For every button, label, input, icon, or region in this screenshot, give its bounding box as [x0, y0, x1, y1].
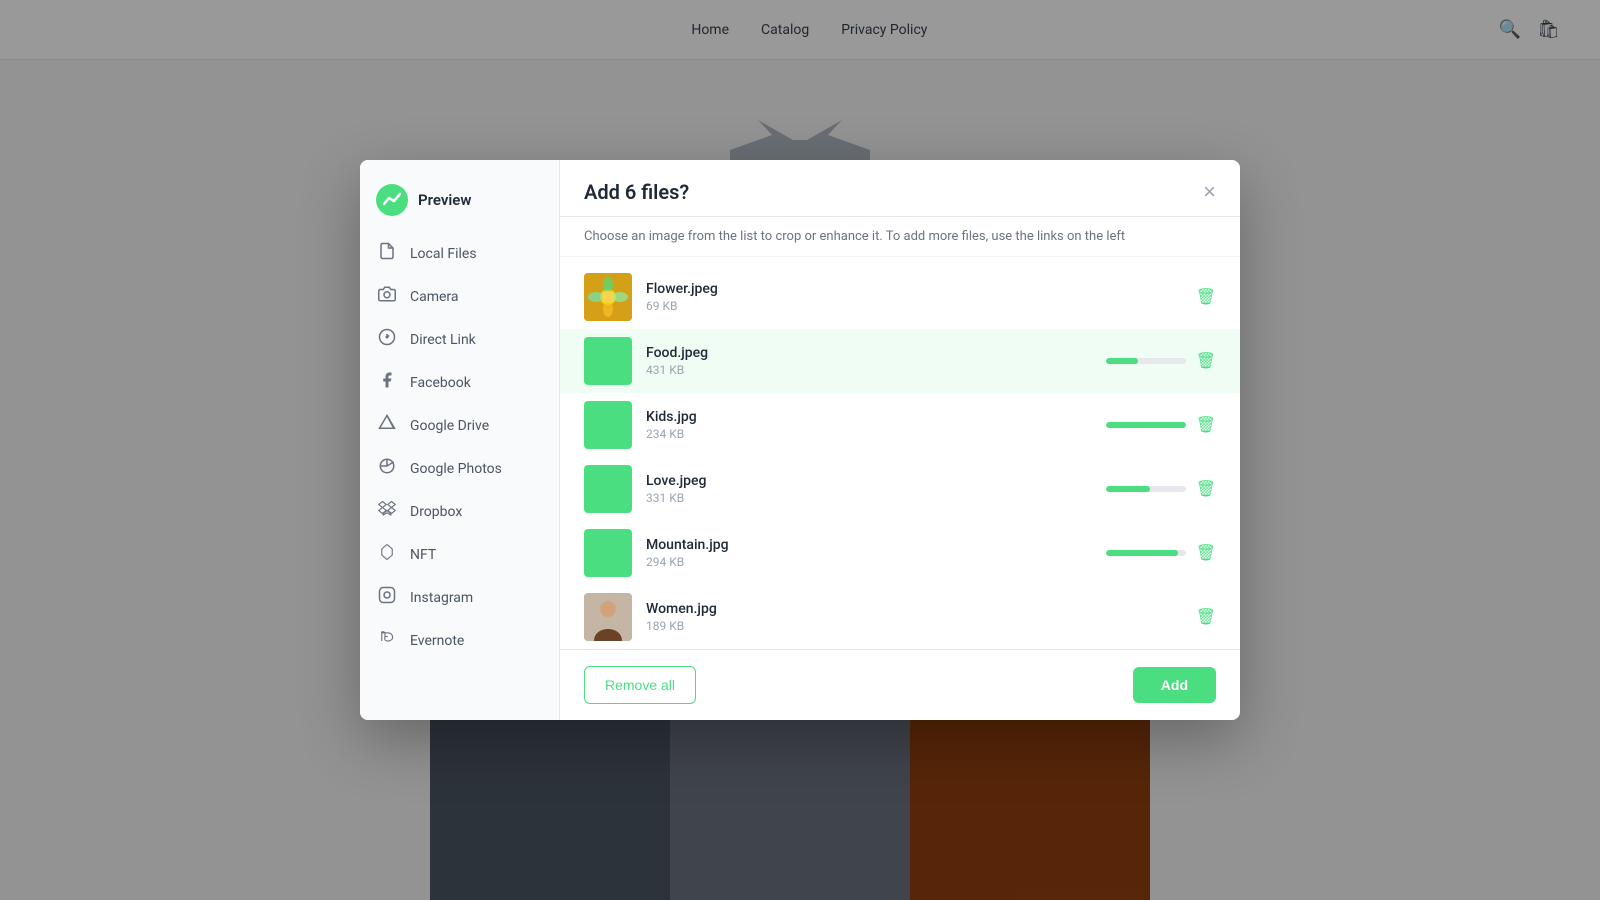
file-actions-kids: 🗑 [1106, 415, 1216, 435]
file-thumb-love [584, 465, 632, 513]
sidebar-title: Preview [418, 191, 471, 209]
file-row-food: Food.jpeg 431 KB 🗑 [560, 329, 1240, 393]
file-size-love: 331 KB [646, 491, 1092, 505]
google-drive-icon [376, 414, 398, 437]
file-size-food: 431 KB [646, 363, 1092, 377]
progress-fill-love [1106, 486, 1150, 492]
delete-kids-button[interactable]: 🗑 [1196, 415, 1216, 435]
delete-flower-button[interactable]: 🗑 [1196, 287, 1216, 307]
sidebar-item-instagram[interactable]: Instagram [360, 576, 559, 619]
file-thumb-flower [584, 273, 632, 321]
file-name-kids: Kids.jpg [646, 409, 1092, 425]
modal-main: Add 6 files? × Choose an image from the … [560, 160, 1240, 720]
file-actions-flower: 🗑 [1196, 287, 1216, 307]
nft-icon [376, 543, 398, 566]
modal-header: Add 6 files? × [560, 160, 1240, 217]
progress-bar-kids [1106, 422, 1186, 428]
file-info-food: Food.jpeg 431 KB [646, 345, 1092, 377]
sidebar-label-nft: NFT [410, 547, 436, 563]
file-name-flower: Flower.jpeg [646, 281, 1182, 297]
file-thumb-mountain [584, 529, 632, 577]
remove-all-button[interactable]: Remove all [584, 666, 696, 704]
sidebar-item-nft[interactable]: NFT [360, 533, 559, 576]
instagram-icon [376, 586, 398, 609]
sidebar-item-google-drive[interactable]: Google Drive [360, 404, 559, 447]
file-name-mountain: Mountain.jpg [646, 537, 1092, 553]
dropbox-icon [376, 500, 398, 523]
file-info-love: Love.jpeg 331 KB [646, 473, 1092, 505]
close-button[interactable]: × [1203, 181, 1216, 203]
sidebar-item-evernote[interactable]: Evernote [360, 619, 559, 662]
modal-title: Add 6 files? [584, 180, 689, 204]
file-name-love: Love.jpeg [646, 473, 1092, 489]
file-row-women: Women.jpg 189 KB 🗑 [560, 585, 1240, 649]
sidebar-label-facebook: Facebook [410, 375, 471, 391]
local-files-icon [376, 242, 398, 265]
delete-mountain-button[interactable]: 🗑 [1196, 543, 1216, 563]
sidebar-item-local-files[interactable]: Local Files [360, 232, 559, 275]
sidebar-item-direct-link[interactable]: Direct Link [360, 318, 559, 361]
file-name-food: Food.jpeg [646, 345, 1092, 361]
sidebar-label-instagram: Instagram [410, 590, 473, 606]
sidebar-header: Preview [360, 176, 559, 232]
sidebar-label-google-photos: Google Photos [410, 461, 502, 477]
app-logo [376, 184, 408, 216]
file-info-mountain: Mountain.jpg 294 KB [646, 537, 1092, 569]
add-button[interactable]: Add [1133, 667, 1216, 703]
sidebar-label-local-files: Local Files [410, 246, 477, 262]
sidebar-item-camera[interactable]: Camera [360, 275, 559, 318]
file-thumb-kids [584, 401, 632, 449]
progress-fill-food [1106, 358, 1138, 364]
modal-footer: Remove all Add [560, 649, 1240, 720]
file-actions-love: 🗑 [1106, 479, 1216, 499]
sidebar-item-google-photos[interactable]: Google Photos [360, 447, 559, 490]
camera-icon [376, 285, 398, 308]
file-size-mountain: 294 KB [646, 555, 1092, 569]
progress-fill-mountain [1106, 550, 1178, 556]
delete-women-button[interactable]: 🗑 [1196, 607, 1216, 627]
file-info-women: Women.jpg 189 KB [646, 601, 1182, 633]
file-size-women: 189 KB [646, 619, 1182, 633]
progress-bar-love [1106, 486, 1186, 492]
file-row-flower: Flower.jpeg 69 KB 🗑 [560, 265, 1240, 329]
file-row-love: Love.jpeg 331 KB 🗑 [560, 457, 1240, 521]
delete-love-button[interactable]: 🗑 [1196, 479, 1216, 499]
file-row-mountain: Mountain.jpg 294 KB 🗑 [560, 521, 1240, 585]
sidebar-label-direct-link: Direct Link [410, 332, 476, 348]
sidebar-item-facebook[interactable]: Facebook [360, 361, 559, 404]
file-info-kids: Kids.jpg 234 KB [646, 409, 1092, 441]
file-actions-mountain: 🗑 [1106, 543, 1216, 563]
sidebar-label-evernote: Evernote [410, 633, 464, 649]
sidebar-label-dropbox: Dropbox [410, 504, 462, 520]
file-size-kids: 234 KB [646, 427, 1092, 441]
modal-sidebar: Preview Local Files Camera [360, 160, 560, 720]
file-thumb-women [584, 593, 632, 641]
evernote-icon [376, 629, 398, 652]
progress-bar-mountain [1106, 550, 1186, 556]
file-name-women: Women.jpg [646, 601, 1182, 617]
file-actions-food: 🗑 [1106, 351, 1216, 371]
sidebar-item-dropbox[interactable]: Dropbox [360, 490, 559, 533]
file-list: Flower.jpeg 69 KB 🗑 Food.jpeg 431 KB [560, 257, 1240, 649]
direct-link-icon [376, 328, 398, 351]
progress-fill-kids [1106, 422, 1186, 428]
file-actions-women: 🗑 [1196, 607, 1216, 627]
file-row-kids: Kids.jpg 234 KB 🗑 [560, 393, 1240, 457]
file-upload-modal: Preview Local Files Camera [360, 160, 1240, 720]
google-photos-icon [376, 457, 398, 480]
sidebar-label-google-drive: Google Drive [410, 418, 489, 434]
delete-food-button[interactable]: 🗑 [1196, 351, 1216, 371]
progress-bar-food [1106, 358, 1186, 364]
facebook-icon [376, 371, 398, 394]
modal-subtitle: Choose an image from the list to crop or… [560, 217, 1240, 257]
file-thumb-food [584, 337, 632, 385]
file-size-flower: 69 KB [646, 299, 1182, 313]
file-info-flower: Flower.jpeg 69 KB [646, 281, 1182, 313]
sidebar-label-camera: Camera [410, 289, 459, 305]
